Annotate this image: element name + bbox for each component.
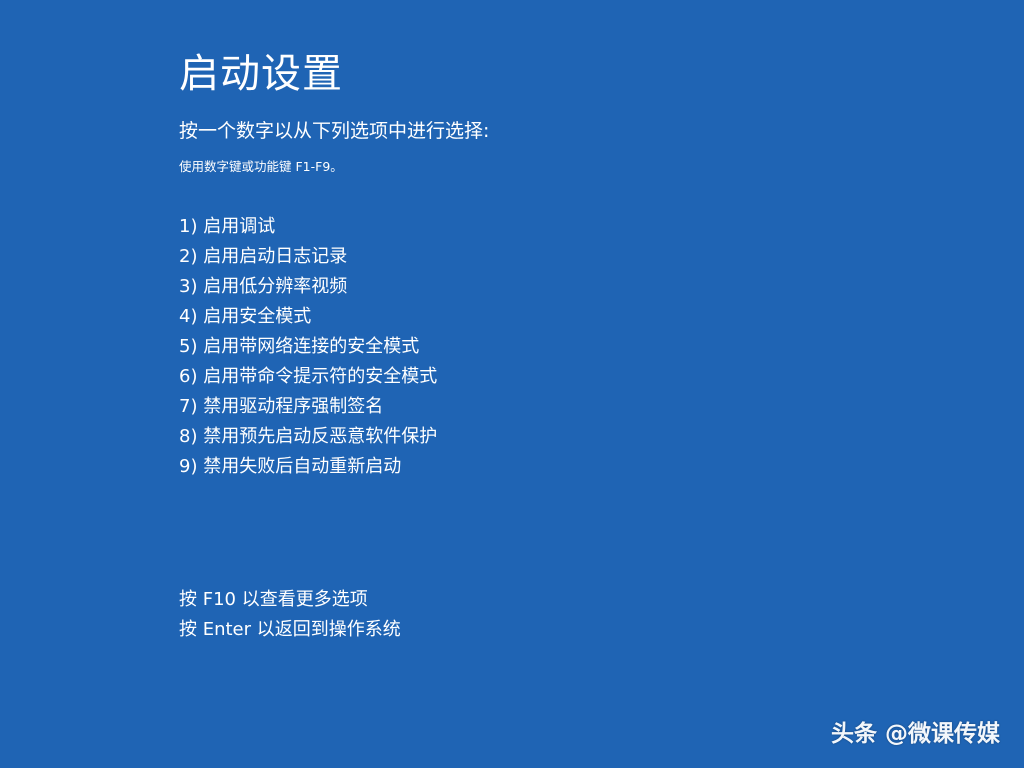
more-options-hint[interactable]: 按 F10 以查看更多选项 [179,585,401,615]
option-disable-auto-restart[interactable]: 9) 禁用失败后自动重新启动 [179,452,489,482]
option-enable-boot-logging[interactable]: 2) 启用启动日志记录 [179,242,489,272]
return-to-os-hint[interactable]: 按 Enter 以返回到操作系统 [179,615,401,645]
watermark: 头条 @微课传媒 [830,721,1000,747]
page-title: 启动设置 [179,51,343,97]
instruction-text: 按一个数字以从下列选项中进行选择: [179,120,490,142]
option-enable-low-resolution-video[interactable]: 3) 启用低分辨率视频 [179,272,489,302]
startup-options-list: 1) 启用调试 2) 启用启动日志记录 3) 启用低分辨率视频 4) 启用安全模… [179,212,489,482]
option-enable-safe-mode-command-prompt[interactable]: 6) 启用带命令提示符的安全模式 [179,362,489,392]
option-disable-driver-signature-enforcement[interactable]: 7) 禁用驱动程序强制签名 [179,392,489,422]
option-enable-safe-mode-networking[interactable]: 5) 启用带网络连接的安全模式 [179,332,489,362]
startup-settings-panel: 启动设置 按一个数字以从下列选项中进行选择: 使用数字键或功能键 F1-F9。 … [179,48,489,498]
option-enable-debugging[interactable]: 1) 启用调试 [179,212,489,242]
option-enable-safe-mode[interactable]: 4) 启用安全模式 [179,302,489,332]
key-hint-text: 使用数字键或功能键 F1-F9。 [179,159,343,174]
option-disable-early-launch-antimalware[interactable]: 8) 禁用预先启动反恶意软件保护 [179,422,489,452]
footer-instructions: 按 F10 以查看更多选项 按 Enter 以返回到操作系统 [179,585,401,645]
